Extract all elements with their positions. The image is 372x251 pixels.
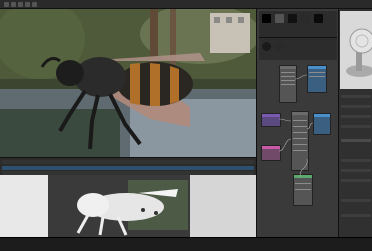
- material-swatch[interactable]: [301, 14, 310, 23]
- property-field[interactable]: [341, 214, 371, 217]
- material-swatch[interactable]: [262, 14, 271, 23]
- property-field[interactable]: [341, 179, 371, 182]
- material-swatch[interactable]: [275, 42, 284, 51]
- timeline-track[interactable]: [2, 166, 254, 170]
- property-field[interactable]: [341, 199, 371, 202]
- property-field[interactable]: [341, 169, 371, 172]
- property-field[interactable]: [341, 115, 371, 118]
- material-swatch[interactable]: [262, 42, 271, 51]
- material-sphere: [340, 11, 372, 89]
- material-swatch[interactable]: [314, 14, 323, 23]
- property-field[interactable]: [341, 159, 371, 162]
- reference-panel-left: [0, 175, 48, 237]
- shader-node[interactable]: [293, 174, 313, 206]
- bee-head: [56, 60, 84, 86]
- node-editor[interactable]: [256, 9, 338, 237]
- property-field[interactable]: [341, 125, 371, 128]
- clay-bee-render: [48, 175, 190, 237]
- timeline-track[interactable]: [2, 160, 254, 164]
- properties-panel[interactable]: [338, 9, 372, 237]
- material-browser[interactable]: [259, 11, 337, 37]
- reference-panel-right: [190, 175, 256, 237]
- material-swatch[interactable]: [275, 14, 284, 23]
- viewport-scene: [0, 9, 256, 157]
- tool-icon[interactable]: [32, 1, 37, 7]
- shader-node[interactable]: [313, 113, 331, 135]
- shader-node[interactable]: [261, 145, 281, 161]
- shader-node[interactable]: [279, 65, 297, 103]
- timeline-panel[interactable]: [0, 157, 256, 175]
- property-field[interactable]: [341, 139, 371, 142]
- secondary-viewport[interactable]: [48, 175, 190, 237]
- material-swatch[interactable]: [288, 14, 297, 23]
- shader-node[interactable]: [261, 113, 281, 127]
- tool-icon[interactable]: [25, 1, 30, 7]
- tool-icon[interactable]: [18, 1, 23, 7]
- shader-node[interactable]: [307, 65, 327, 93]
- top-toolbar: [0, 0, 372, 9]
- property-field[interactable]: [341, 105, 371, 108]
- property-field[interactable]: [341, 95, 371, 98]
- tool-icon[interactable]: [11, 1, 16, 7]
- shader-node[interactable]: [291, 111, 309, 171]
- material-browser-row[interactable]: [259, 37, 337, 60]
- status-bar: [0, 237, 372, 251]
- tool-icon[interactable]: [4, 1, 9, 7]
- material-preview: [340, 11, 372, 89]
- main-viewport[interactable]: [0, 9, 256, 157]
